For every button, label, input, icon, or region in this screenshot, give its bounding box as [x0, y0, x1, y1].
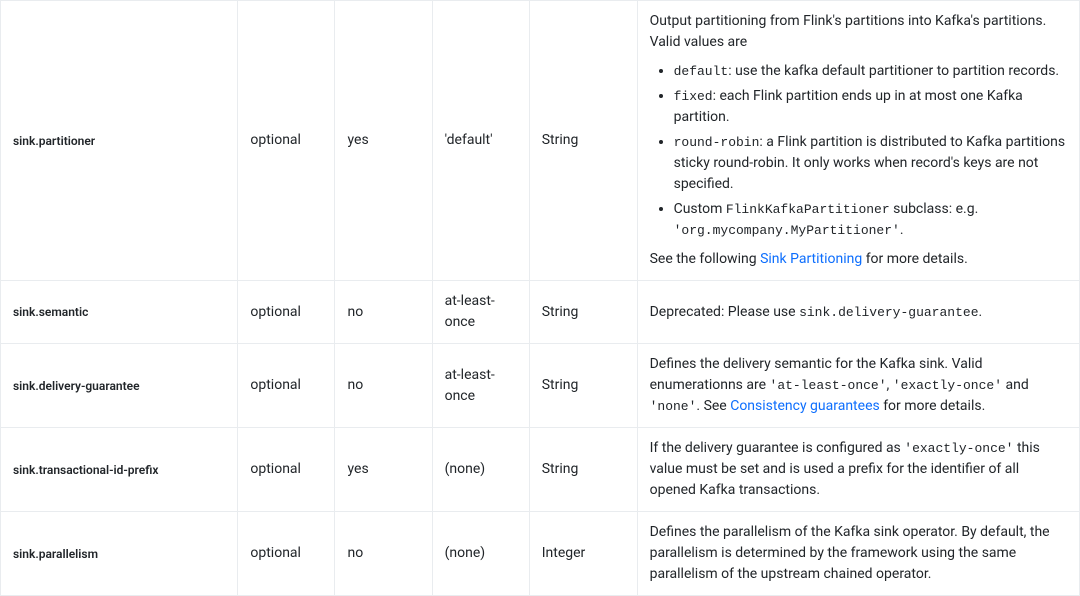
code-value: sink.delivery-guarantee: [799, 305, 978, 320]
code-value: round-robin: [674, 135, 760, 150]
option-default: (none): [432, 428, 529, 512]
code-value: FlinkKafkaPartitioner: [726, 202, 890, 217]
desc-text: If the delivery guarantee is configured …: [650, 440, 905, 456]
option-description: Defines the parallelism of the Kafka sin…: [637, 512, 1079, 596]
options-table: sink.partitioner optional yes 'default' …: [0, 0, 1080, 596]
code-value: 'none': [650, 399, 697, 414]
sink-partitioning-link[interactable]: Sink Partitioning: [760, 251, 862, 267]
bullet-text: : use the kafka default partitioner to p…: [728, 63, 1059, 79]
list-item: Custom FlinkKafkaPartitioner subclass: e…: [674, 199, 1067, 241]
see-prefix: See the following: [650, 251, 760, 267]
code-value: fixed: [674, 89, 713, 104]
option-forward: no: [335, 281, 432, 344]
desc-text: . See: [696, 398, 730, 414]
list-item: round-robin: a Flink partition is distri…: [674, 132, 1067, 195]
option-description: Deprecated: Please use sink.delivery-gua…: [637, 281, 1079, 344]
table-row: sink.transactional-id-prefix optional ye…: [1, 428, 1080, 512]
option-description: If the delivery guarantee is configured …: [637, 428, 1079, 512]
bullet-text: : each Flink partition ends up in at mos…: [674, 88, 1023, 125]
option-description: Output partitioning from Flink's partiti…: [637, 1, 1079, 281]
code-value: 'exactly-once': [893, 378, 1002, 393]
table-row: sink.delivery-guarantee optional no at-l…: [1, 344, 1080, 428]
bullet-text: subclass: e.g.: [890, 201, 979, 217]
option-required: optional: [238, 1, 335, 281]
option-required: optional: [238, 512, 335, 596]
consistency-guarantees-link[interactable]: Consistency guarantees: [730, 398, 880, 414]
code-value: default: [674, 64, 729, 79]
desc-see: See the following Sink Partitioning for …: [650, 249, 1067, 270]
option-forward: yes: [335, 428, 432, 512]
option-default: at-least-once: [432, 281, 529, 344]
option-type: String: [529, 428, 637, 512]
deprecated-prefix: Deprecated: Please use: [650, 304, 799, 320]
option-forward: yes: [335, 1, 432, 281]
option-default: at-least-once: [432, 344, 529, 428]
option-required: optional: [238, 428, 335, 512]
table-row: sink.parallelism optional no (none) Inte…: [1, 512, 1080, 596]
table-row: sink.partitioner optional yes 'default' …: [1, 1, 1080, 281]
code-value: 'exactly-once': [904, 441, 1013, 456]
desc-bullet-list: default: use the kafka default partition…: [650, 61, 1067, 241]
option-required: optional: [238, 281, 335, 344]
option-type: String: [529, 344, 637, 428]
option-forward: no: [335, 512, 432, 596]
bullet-prefix: Custom: [674, 201, 726, 217]
option-forward: no: [335, 344, 432, 428]
code-value: 'org.mycompany.MyPartitioner': [674, 223, 900, 238]
option-default: (none): [432, 512, 529, 596]
table-row: sink.semantic optional no at-least-once …: [1, 281, 1080, 344]
deprecated-suffix: .: [979, 304, 983, 320]
option-name: sink.partitioner: [1, 1, 238, 281]
see-suffix: for more details.: [862, 251, 968, 267]
list-item: default: use the kafka default partition…: [674, 61, 1067, 82]
option-type: String: [529, 1, 637, 281]
option-type: Integer: [529, 512, 637, 596]
option-description: Defines the delivery semantic for the Ka…: [637, 344, 1079, 428]
option-name: sink.delivery-guarantee: [1, 344, 238, 428]
option-name: sink.transactional-id-prefix: [1, 428, 238, 512]
desc-intro: Output partitioning from Flink's partiti…: [650, 11, 1067, 53]
desc-text: for more details.: [880, 398, 986, 414]
desc-text: and: [1002, 377, 1029, 393]
option-required: optional: [238, 344, 335, 428]
option-name: sink.parallelism: [1, 512, 238, 596]
bullet-trail: .: [900, 222, 904, 238]
option-name: sink.semantic: [1, 281, 238, 344]
code-value: 'at-least-once': [770, 378, 887, 393]
list-item: fixed: each Flink partition ends up in a…: [674, 86, 1067, 128]
option-default: 'default': [432, 1, 529, 281]
option-type: String: [529, 281, 637, 344]
